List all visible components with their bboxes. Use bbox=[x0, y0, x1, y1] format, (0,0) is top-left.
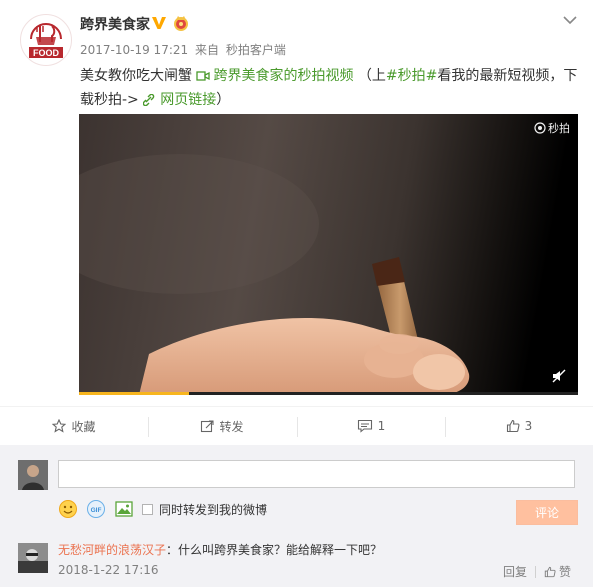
my-avatar[interactable] bbox=[18, 460, 48, 490]
like-button[interactable]: 3 bbox=[445, 407, 593, 445]
star-icon bbox=[52, 419, 67, 433]
svg-text:GIF: GIF bbox=[91, 507, 102, 514]
watermark-text: 秒拍 bbox=[548, 122, 570, 135]
comment-text: 什么叫跨界美食家？能给解释一下吧？ bbox=[178, 543, 383, 557]
also-repost-label: 同时转发到我的微博 bbox=[159, 502, 268, 517]
post-text-line2: 载秒拍-> bbox=[80, 92, 139, 108]
emoji-icon[interactable] bbox=[58, 499, 78, 519]
miaopai-logo-icon bbox=[534, 122, 546, 134]
post-timestamp[interactable]: 2017-10-19 17:21 bbox=[80, 43, 188, 57]
author-avatar[interactable]: FOOD bbox=[20, 14, 72, 66]
favorite-button[interactable]: 收藏 bbox=[0, 407, 148, 445]
action-bar: 收藏 转发 1 3 bbox=[0, 406, 593, 452]
comment-button[interactable]: 1 bbox=[297, 407, 445, 445]
video-player[interactable]: 秒拍 bbox=[79, 114, 578, 395]
weibo-post-card: FOOD 跨界美食家 2017-10-19 17:21 来自 秒拍客户端 美女教… bbox=[0, 0, 593, 587]
like-count: 3 bbox=[524, 419, 533, 433]
paren-open: （上 bbox=[353, 68, 386, 84]
comment-count: 1 bbox=[377, 419, 386, 433]
favorite-label: 收藏 bbox=[71, 419, 96, 434]
video-frame-image bbox=[79, 154, 470, 395]
repost-label: 转发 bbox=[219, 419, 244, 434]
thumbs-up-icon bbox=[506, 419, 520, 433]
commenter-name[interactable]: 无愁河畔的浪荡汉子 bbox=[58, 543, 166, 557]
video-progress-fill bbox=[79, 392, 189, 395]
commenter-avatar[interactable] bbox=[18, 543, 48, 573]
web-link[interactable]: 网页链接 bbox=[143, 92, 216, 108]
post-meta: 2017-10-19 17:21 来自 秒拍客户端 bbox=[80, 41, 289, 58]
video-link[interactable]: 跨界美食家的秒拍视频 bbox=[196, 68, 353, 84]
video-camera-icon bbox=[196, 71, 211, 81]
video-link-label: 跨界美食家的秒拍视频 bbox=[213, 68, 354, 84]
link-icon bbox=[143, 94, 155, 106]
also-repost-option[interactable]: 同时转发到我的微博 bbox=[142, 501, 267, 518]
comment-actions: 回复 赞 bbox=[503, 563, 571, 580]
post-text: 美女教你吃大闸蟹 跨界美食家的秒拍视频 （上#秒拍#看我的最新短视频，下载秒拍-… bbox=[80, 64, 578, 112]
mute-speaker-icon[interactable] bbox=[552, 369, 566, 383]
comment-like-label: 赞 bbox=[559, 565, 572, 579]
web-link-label: 网页链接 bbox=[160, 92, 217, 108]
chevron-down-icon[interactable] bbox=[562, 14, 578, 26]
comment-colon: ： bbox=[166, 543, 179, 557]
vip-crown-icon[interactable] bbox=[172, 14, 190, 32]
post-text-intro: 美女教你吃大闸蟹 bbox=[80, 68, 197, 84]
verified-v-icon[interactable] bbox=[151, 15, 167, 31]
comment-time: 2018-1-22 17:16 bbox=[58, 563, 159, 577]
post-source[interactable]: 秒拍客户端 bbox=[226, 43, 286, 57]
gif-icon[interactable]: GIF bbox=[86, 499, 106, 519]
comment-bubble-icon bbox=[357, 419, 372, 433]
composer-tools: GIF 同时转发到我的微博 bbox=[58, 499, 267, 519]
comment-input[interactable] bbox=[58, 460, 575, 488]
reply-button[interactable]: 回复 bbox=[503, 563, 527, 580]
miaopai-watermark: 秒拍 bbox=[534, 120, 570, 136]
author-name[interactable]: 跨界美食家 bbox=[80, 14, 150, 34]
comment-like-button[interactable]: 赞 bbox=[544, 563, 571, 580]
comment-item: 无愁河畔的浪荡汉子：什么叫跨界美食家？能给解释一下吧？ bbox=[58, 541, 382, 558]
avatar-logo-text: FOOD bbox=[33, 48, 59, 58]
image-icon[interactable] bbox=[114, 499, 134, 519]
repost-button[interactable]: 转发 bbox=[148, 407, 296, 445]
comment-action-divider bbox=[535, 565, 537, 578]
submit-comment-button[interactable]: 评论 bbox=[516, 500, 578, 525]
video-progress-bar[interactable] bbox=[79, 392, 578, 395]
from-label: 来自 bbox=[194, 43, 219, 57]
comment-panel: GIF 同时转发到我的微博 评论 无愁河畔的浪荡汉子：什么叫跨界美食家？能给解释 bbox=[0, 445, 593, 587]
paren-close: ） bbox=[216, 92, 231, 108]
also-repost-checkbox[interactable] bbox=[142, 503, 153, 515]
hashtag-link[interactable]: #秒拍# bbox=[386, 68, 437, 84]
thumbs-up-icon bbox=[544, 566, 556, 577]
repost-icon bbox=[201, 420, 215, 433]
post-text-after-hashtag: 看我的最新短视频，下 bbox=[437, 68, 578, 84]
